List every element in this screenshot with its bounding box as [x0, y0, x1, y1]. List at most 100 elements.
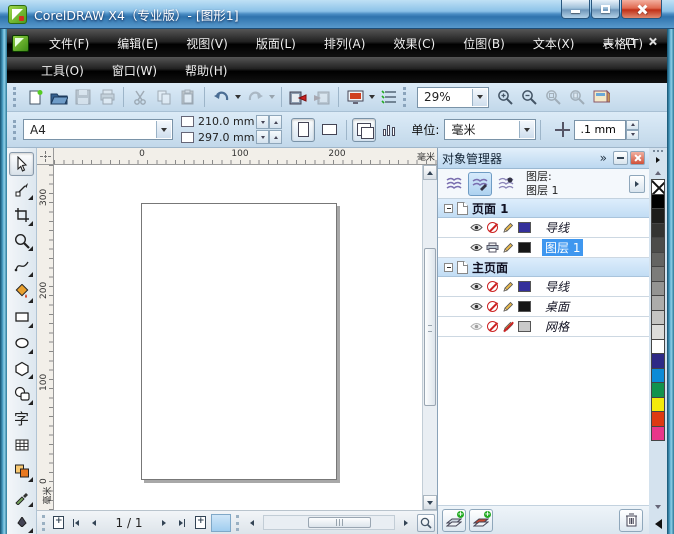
layer-manager-view-button[interactable] [494, 172, 518, 196]
ruler-origin[interactable] [37, 148, 54, 165]
next-page-button[interactable] [155, 514, 173, 532]
layer-color-swatch[interactable] [518, 281, 531, 292]
docker-flyout-button[interactable] [629, 174, 645, 193]
menu-item-1[interactable]: 窗口(W) [102, 58, 167, 83]
shape-tool[interactable] [9, 178, 34, 202]
redo-button[interactable] [243, 85, 267, 109]
save-button[interactable] [71, 85, 95, 109]
palette-swatch[interactable] [651, 324, 665, 340]
zoom-to-selection-button[interactable] [541, 85, 565, 109]
palette-swatch[interactable] [651, 382, 665, 398]
new-layer-button[interactable]: + [442, 508, 466, 532]
layer-not-printable-icon[interactable] [486, 321, 499, 333]
palette-swatch[interactable] [651, 396, 665, 412]
rectangle-tool[interactable] [9, 306, 34, 330]
current-page-button[interactable] [378, 118, 402, 142]
docker-float-icon[interactable]: » [600, 151, 607, 165]
edit-across-layers-button[interactable] [468, 171, 492, 196]
no-color-swatch[interactable] [651, 179, 665, 195]
paper-combo-dropdown[interactable] [156, 121, 171, 138]
minimize-button[interactable] [561, 0, 590, 19]
zoom-combo-dropdown[interactable] [472, 88, 487, 106]
palette-flyout-button[interactable] [651, 154, 665, 166]
zoom-out-button[interactable] [517, 85, 541, 109]
vscroll-track[interactable] [423, 180, 437, 495]
hscroll-left-button[interactable] [243, 514, 261, 532]
doc-close-button[interactable] [645, 35, 659, 47]
nudge-offset-input[interactable]: .1 mm [574, 119, 627, 140]
layer-name[interactable]: 导线 [542, 278, 572, 295]
tree-group-master[interactable]: 主页面 [438, 258, 649, 277]
hscroll-track[interactable] [263, 515, 395, 530]
layer-name[interactable]: 网格 [542, 318, 572, 335]
navbar-grip[interactable] [42, 514, 46, 531]
layer-row[interactable]: 导线 [438, 218, 649, 238]
layer-color-swatch[interactable] [518, 242, 531, 253]
palette-scroll-down-button[interactable] [651, 501, 665, 513]
open-button[interactable] [47, 85, 71, 109]
document-app-icon[interactable] [12, 34, 29, 52]
launcher-dropdown[interactable] [367, 85, 377, 109]
copy-button[interactable] [152, 85, 176, 109]
layer-name[interactable]: 桌面 [542, 298, 572, 315]
layer-not-printable-icon[interactable] [486, 301, 499, 313]
close-button[interactable] [621, 0, 662, 19]
layer-not-printable-icon[interactable] [486, 281, 499, 293]
portrait-button[interactable] [291, 117, 316, 142]
palette-swatch[interactable] [651, 367, 665, 383]
layer-visibility-icon[interactable] [470, 321, 483, 333]
palette-drag-handle[interactable] [653, 150, 663, 152]
layer-visibility-icon[interactable] [470, 222, 483, 234]
layer-editable-icon[interactable] [502, 242, 515, 254]
layer-printable-icon[interactable] [486, 242, 499, 254]
layer-editable-icon[interactable] [502, 301, 515, 313]
ellipse-tool[interactable] [9, 331, 34, 355]
page-indicator[interactable]: 1 / 1 [103, 516, 155, 530]
horizontal-ruler[interactable]: 0 100 200 毫米 [54, 148, 437, 165]
hscroll-thumb[interactable] [308, 517, 371, 528]
new-document-button[interactable] [23, 85, 47, 109]
navbar-splitter[interactable] [236, 514, 240, 531]
menu-item-2[interactable]: 视图(V) [176, 31, 238, 56]
units-combo-dropdown[interactable] [519, 121, 535, 138]
layer-row[interactable]: 图层 1 [438, 238, 649, 258]
doc-restore-button[interactable] [623, 35, 637, 47]
application-launcher-button[interactable] [343, 85, 367, 109]
layer-editable-icon[interactable] [502, 222, 515, 234]
paper-width-value[interactable]: 210.0 mm [198, 115, 254, 128]
layer-color-swatch[interactable] [518, 222, 531, 233]
export-button[interactable] [310, 85, 334, 109]
palette-swatch[interactable] [651, 193, 665, 209]
delete-layer-button[interactable] [619, 508, 643, 532]
palette-swatch[interactable] [651, 353, 665, 369]
layer-row[interactable]: 桌面 [438, 297, 649, 317]
paper-height-value[interactable]: 297.0 mm [198, 131, 254, 144]
docker-close-button[interactable] [630, 151, 645, 165]
menu-item-0[interactable]: 文件(F) [39, 31, 99, 56]
layer-visibility-icon[interactable] [470, 242, 483, 254]
menu-item-7[interactable]: 文本(X) [523, 31, 585, 56]
paste-button[interactable] [176, 85, 200, 109]
layer-editable-icon[interactable] [502, 281, 515, 293]
drawing-canvas[interactable] [54, 165, 422, 510]
toolbar-grip[interactable] [403, 87, 408, 107]
landscape-button[interactable] [317, 118, 341, 142]
units-combo[interactable]: 毫米 [444, 119, 537, 140]
scroll-up-button[interactable] [423, 165, 437, 180]
layer-color-swatch[interactable] [518, 321, 531, 332]
nudge-stepper[interactable] [626, 119, 640, 140]
add-page-after-button[interactable] [191, 514, 209, 532]
palette-swatch[interactable] [651, 295, 665, 311]
all-pages-button[interactable] [352, 117, 377, 142]
zoom-to-all-button[interactable] [565, 85, 589, 109]
palette-swatch[interactable] [651, 251, 665, 267]
docker-collapse-button[interactable] [613, 151, 628, 165]
palette-swatch[interactable] [651, 280, 665, 296]
show-object-properties-button[interactable] [442, 172, 466, 196]
outline-tool[interactable] [9, 510, 34, 534]
menu-item-6[interactable]: 位图(B) [453, 31, 515, 56]
vscroll-thumb[interactable] [424, 248, 436, 406]
page-1-tab[interactable] [211, 513, 231, 532]
crop-tool[interactable] [9, 203, 34, 227]
palette-swatch[interactable] [651, 309, 665, 325]
